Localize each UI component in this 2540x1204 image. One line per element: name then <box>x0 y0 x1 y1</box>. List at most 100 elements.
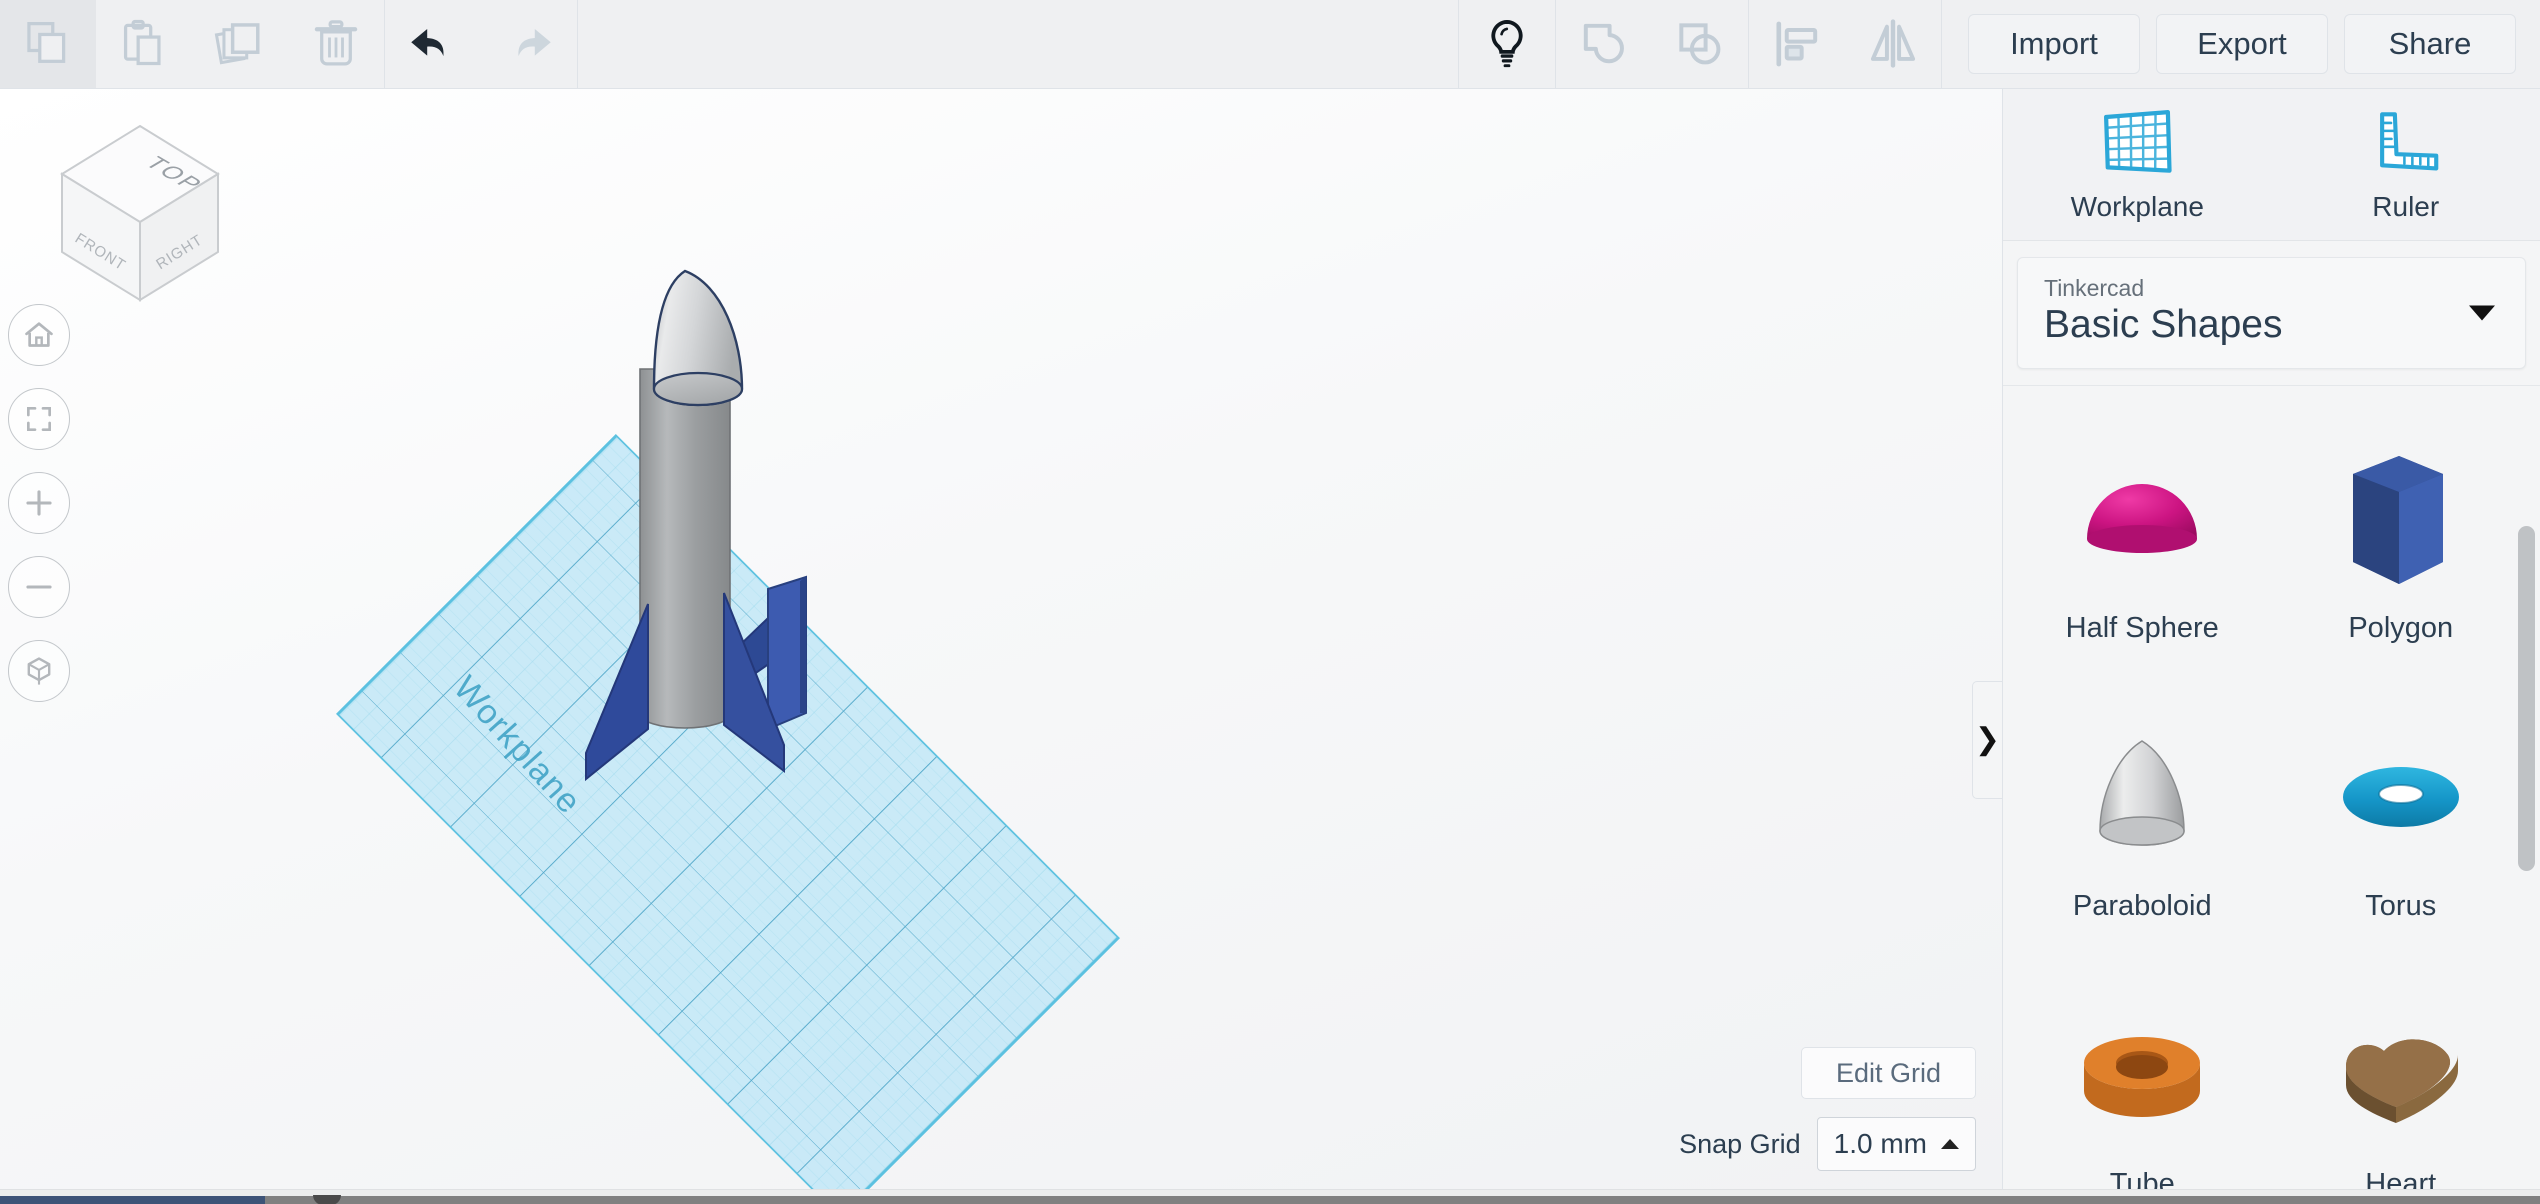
design-canvas[interactable]: Workplane TOP FRONT RIGHT Edit Grid Snap… <box>0 89 2002 1189</box>
trash-icon <box>314 20 358 66</box>
shape-item-heart[interactable]: Heart <box>2272 960 2531 1189</box>
view-tools-group <box>1459 0 1555 88</box>
top-toolbar: Import Export Share <box>0 0 2540 89</box>
chevron-right-icon: ❯ <box>1974 723 2001 756</box>
shape-label: Heart <box>2365 1168 2437 1189</box>
bottom-bar-accent <box>0 1196 265 1204</box>
plus-icon <box>26 490 52 516</box>
rocket-nose-cone[interactable] <box>652 269 744 407</box>
snap-grid-row: Snap Grid 1.0 mm <box>1679 1117 1976 1171</box>
bottom-bar-handle[interactable] <box>313 1195 341 1204</box>
scrollbar-thumb[interactable] <box>2518 526 2535 872</box>
toolbar-actions: Import Export Share <box>1942 0 2540 88</box>
ruler-tool-label: Ruler <box>2372 190 2440 222</box>
half-sphere-icon <box>2087 484 2198 554</box>
collapse-panel-handle[interactable]: ❯ <box>1972 681 2002 799</box>
workplane-grid-icon <box>2104 109 2172 173</box>
shape-label: Torus <box>2365 890 2437 923</box>
3d-scene: Workplane <box>336 269 1120 1189</box>
shape-item-half-sphere[interactable]: Half Sphere <box>2013 404 2272 682</box>
polygon-icon <box>2352 456 2443 585</box>
home-view-button[interactable] <box>8 304 70 366</box>
edit-tools-group <box>0 0 384 88</box>
paraboloid-thumbnail <box>2047 708 2237 886</box>
view-cube-icon: TOP FRONT RIGHT <box>60 124 220 302</box>
fit-to-view-button[interactable] <box>8 388 70 450</box>
history-tools-group <box>385 0 577 88</box>
group-tools-group <box>1556 0 1748 88</box>
paste-icon <box>123 19 161 66</box>
shape-item-polygon[interactable]: Polygon <box>2272 404 2531 682</box>
shape-label: Paraboloid <box>2072 890 2212 923</box>
workplane-tool[interactable]: Workplane <box>2003 89 2272 240</box>
paraboloid-icon <box>2099 740 2186 846</box>
shape-gallery: Half Sphere Polygon Paraboloid Torus Tub… <box>2003 385 2540 1189</box>
shape-item-torus[interactable]: Torus <box>2272 682 2531 960</box>
undo-arrow-icon <box>411 29 444 57</box>
half-sphere-thumbnail <box>2047 430 2237 608</box>
ruler-icon <box>2379 111 2439 171</box>
shape-item-tube[interactable]: Tube <box>2013 960 2272 1189</box>
align-icon <box>1776 21 1818 67</box>
heart-thumbnail <box>2306 986 2496 1164</box>
snap-grid-select[interactable]: 1.0 mm <box>1816 1117 1976 1171</box>
ungroup-icon <box>1679 23 1721 65</box>
snap-grid-label: Snap Grid <box>1679 1128 1801 1159</box>
group-icon <box>1583 23 1624 64</box>
shape-label: Tube <box>2109 1168 2175 1189</box>
caret-up-icon <box>1941 1139 1959 1149</box>
export-button[interactable]: Export <box>2156 14 2328 74</box>
shapes-panel: Workplane Ruler Tinkercad Basic Shapes H… <box>2002 89 2540 1189</box>
heart-icon <box>2345 1039 2458 1124</box>
shape-panel-scrollbar[interactable] <box>2518 386 2535 1189</box>
panel-tools-row: Workplane Ruler <box>2003 89 2540 241</box>
shape-label: Half Sphere <box>2065 612 2219 645</box>
ruler-tool[interactable]: Ruler <box>2272 89 2540 240</box>
rocket-fin-right[interactable] <box>767 575 807 731</box>
redo-button[interactable] <box>481 0 577 88</box>
show-hide-button[interactable] <box>1459 0 1555 88</box>
undo-button[interactable] <box>385 0 481 88</box>
minus-icon <box>26 585 52 589</box>
zoom-out-button[interactable] <box>8 556 70 618</box>
bottom-status-bar <box>0 1189 2540 1204</box>
view-cube[interactable]: TOP FRONT RIGHT <box>40 104 240 324</box>
rocket-body[interactable] <box>639 368 731 729</box>
shape-label: Polygon <box>2348 612 2454 645</box>
shape-grid: Half Sphere Polygon Paraboloid Torus Tub… <box>2003 386 2540 1189</box>
grid-controls: Edit Grid Snap Grid 1.0 mm <box>1679 1047 1976 1171</box>
lightbulb-icon <box>1491 20 1523 68</box>
redo-arrow-icon <box>518 29 551 57</box>
shape-category-selector[interactable]: Tinkercad Basic Shapes <box>2017 257 2526 370</box>
ungroup-button[interactable] <box>1652 0 1748 88</box>
torus-icon <box>2342 767 2459 828</box>
paste-button[interactable] <box>96 0 192 88</box>
chevron-down-icon <box>2469 305 2495 321</box>
zoom-in-button[interactable] <box>8 472 70 534</box>
polygon-thumbnail <box>2306 430 2496 608</box>
duplicate-icon <box>214 23 260 65</box>
copy-button[interactable] <box>0 0 96 88</box>
home-icon <box>25 322 53 347</box>
canvas-nav-buttons <box>8 304 70 702</box>
delete-button[interactable] <box>288 0 384 88</box>
projection-toggle-button[interactable] <box>8 640 70 702</box>
tube-icon <box>2084 1037 2201 1118</box>
edit-grid-button[interactable]: Edit Grid <box>1800 1047 1976 1099</box>
cube-projection-icon <box>27 657 51 685</box>
align-button[interactable] <box>1749 0 1845 88</box>
fit-frame-icon <box>27 407 51 431</box>
shape-category-brand: Tinkercad <box>2044 275 2145 301</box>
arrange-tools-group <box>1749 0 1941 88</box>
import-button[interactable]: Import <box>1968 14 2140 74</box>
torus-thumbnail <box>2306 708 2496 886</box>
tube-thumbnail <box>2047 986 2237 1164</box>
shape-item-paraboloid[interactable]: Paraboloid <box>2013 682 2272 960</box>
duplicate-button[interactable] <box>192 0 288 88</box>
group-button[interactable] <box>1556 0 1652 88</box>
tinkercad-editor: Import Export Share Workplane TOP FRONT … <box>0 0 2540 1204</box>
bottom-bar-track <box>265 1196 2540 1204</box>
mirror-button[interactable] <box>1845 0 1941 88</box>
share-button[interactable]: Share <box>2344 14 2516 74</box>
